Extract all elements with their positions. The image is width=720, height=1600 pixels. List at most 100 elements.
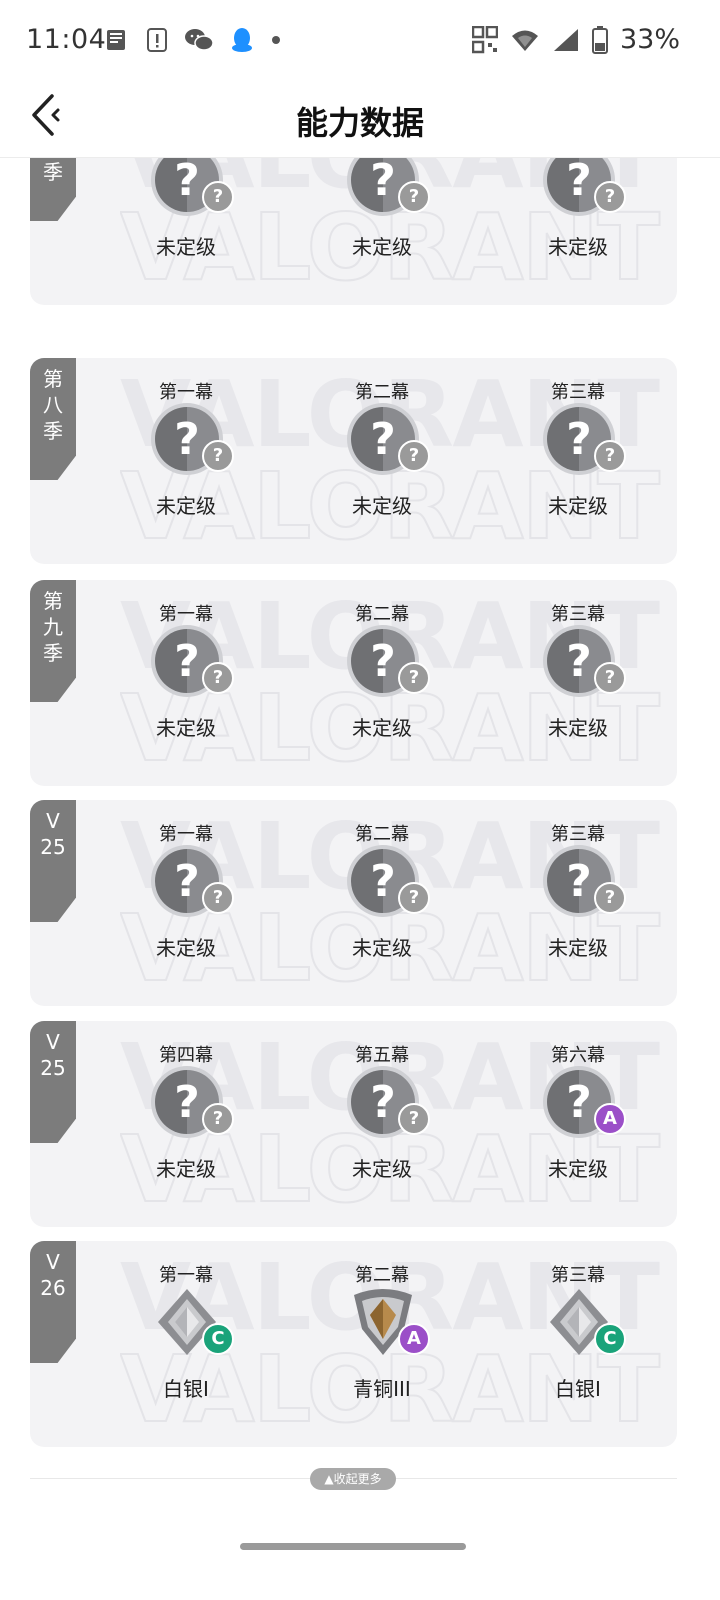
act-item[interactable]: 第三幕??未定级 <box>518 158 638 305</box>
grade-badge: A <box>594 1103 626 1135</box>
wechat-icon <box>185 29 214 51</box>
act-item[interactable]: 第三幕 C 白银I <box>518 1241 638 1447</box>
grade-badge: ? <box>202 882 234 914</box>
act-name: 第一幕 <box>159 382 213 403</box>
rank-label: 未定级 <box>352 1157 412 1181</box>
svg-text:?: ? <box>174 856 200 907</box>
rank-label: 未定级 <box>156 494 216 518</box>
season-list[interactable]: VALORANTVALORANT第 七 季第一幕??未定级第二幕??未定级第三幕… <box>0 158 720 1458</box>
act-item[interactable]: 第三幕??未定级 <box>518 580 638 786</box>
rank-label: 未定级 <box>548 716 608 740</box>
season-tag-label: 第 七 季 <box>43 160 63 184</box>
svg-text:?: ? <box>370 856 396 907</box>
season-tag-label: 第 九 季 <box>43 589 63 665</box>
grade-badge: ? <box>594 882 626 914</box>
act-item[interactable]: 第一幕??未定级 <box>126 800 246 1006</box>
act-item[interactable]: 第一幕 C 白银I <box>126 1241 246 1447</box>
act-item[interactable]: 第二幕 A 青铜III <box>322 1241 442 1447</box>
season-card[interactable]: VALORANTVALORANT第 九 季第一幕??未定级第二幕??未定级第三幕… <box>30 580 677 786</box>
signal-icon <box>553 28 578 51</box>
season-tag-label: 第 八 季 <box>43 367 63 443</box>
season-tag: V 26 <box>30 1241 76 1363</box>
grade-badge: ? <box>594 440 626 472</box>
grade-badge: A <box>398 1323 430 1355</box>
battery-icon <box>591 25 608 54</box>
act-item[interactable]: 第六幕? A 未定级 <box>518 1021 638 1227</box>
rank-label: 白银I <box>555 1377 601 1401</box>
svg-text:?: ? <box>566 1077 592 1128</box>
svg-text:?: ? <box>370 158 396 206</box>
rank-label: 未定级 <box>548 936 608 960</box>
svg-text:?: ? <box>566 856 592 907</box>
act-item[interactable]: 第三幕??未定级 <box>518 358 638 564</box>
act-item[interactable]: 第三幕?? 未定级 <box>518 800 638 1006</box>
svg-text:?: ? <box>370 414 396 465</box>
top-bar: 能力数据 <box>0 80 720 158</box>
season-card[interactable]: VALORANTVALORANT第 七 季第一幕??未定级第二幕??未定级第三幕… <box>30 158 677 305</box>
act-item[interactable]: 第二幕??未定级 <box>322 580 442 786</box>
rank-label: 未定级 <box>352 936 412 960</box>
rank-label: 未定级 <box>548 494 608 518</box>
alert-icon <box>147 28 167 52</box>
act-item[interactable]: 第五幕?? 未定级 <box>322 1021 442 1227</box>
season-card[interactable]: VALORANTVALORANTV 25第四幕??未定级第五幕??未定级第六幕?… <box>30 1021 677 1227</box>
collapse-more-button[interactable]: ▲收起更多 <box>310 1468 396 1490</box>
svg-text:?: ? <box>370 1077 396 1128</box>
act-item[interactable]: 第一幕??未定级 <box>126 358 246 564</box>
season-tag: 第 九 季 <box>30 580 76 702</box>
home-indicator[interactable] <box>240 1543 466 1550</box>
act-name: 第一幕 <box>159 1265 213 1286</box>
season-card[interactable]: VALORANTVALORANTV 25第一幕??未定级第二幕??未定级第三幕?… <box>30 800 677 1006</box>
act-name: 第二幕 <box>355 604 409 625</box>
season-tag-label: V 25 <box>40 809 66 859</box>
season-card[interactable]: VALORANTVALORANT第 八 季第一幕??未定级第二幕??未定级第三幕… <box>30 358 677 564</box>
rank-label: 青铜III <box>353 1377 411 1401</box>
rank-label: 未定级 <box>156 936 216 960</box>
rank-label: 白银I <box>163 1377 209 1401</box>
season-card[interactable]: VALORANT VALORANT V 26 第一幕 C 白银I 第二幕 A 青铜III 第三幕 C… <box>30 1241 677 1447</box>
grade-badge: ? <box>398 440 430 472</box>
grade-badge: C <box>594 1323 626 1355</box>
act-item[interactable]: 第二幕??未定级 <box>322 800 442 1006</box>
status-bar: 11:04 33% <box>0 0 720 80</box>
act-item[interactable]: 第二幕??未定级 <box>322 158 442 305</box>
battery-percent: 33% <box>619 24 680 55</box>
act-item[interactable]: 第四幕?? 未定级 <box>126 1021 246 1227</box>
notes-icon <box>107 30 125 50</box>
svg-text:?: ? <box>566 636 592 687</box>
act-name: 第三幕 <box>551 1265 605 1286</box>
act-item[interactable]: 第一幕??未定级 <box>126 580 246 786</box>
season-tag: 第 七 季 <box>30 158 76 221</box>
grade-badge: ? <box>594 181 626 213</box>
rank-label: 未定级 <box>156 1157 216 1181</box>
wifi-icon <box>511 30 538 51</box>
grade-badge: ? <box>398 1103 430 1135</box>
season-tag: V 25 <box>30 800 76 922</box>
grade-badge: ? <box>202 1103 234 1135</box>
act-name: 第六幕 <box>551 1045 605 1066</box>
act-name: 第五幕 <box>355 1045 409 1066</box>
act-name: 第二幕 <box>355 1265 409 1286</box>
svg-text:?: ? <box>174 1077 200 1128</box>
grade-badge: ? <box>202 440 234 472</box>
notification-icons <box>104 26 282 54</box>
act-item[interactable]: 第一幕??未定级 <box>126 158 246 305</box>
svg-text:?: ? <box>174 158 200 206</box>
grade-badge: ? <box>398 662 430 694</box>
svg-text:?: ? <box>370 636 396 687</box>
collapse-label: 收起更多 <box>333 1472 382 1486</box>
grade-badge: ? <box>398 181 430 213</box>
grade-badge: C <box>202 1323 234 1355</box>
rank-label: 未定级 <box>156 716 216 740</box>
svg-text:?: ? <box>566 414 592 465</box>
status-time: 11:04 <box>26 24 107 55</box>
act-name: 第四幕 <box>159 1045 213 1066</box>
rank-label: 未定级 <box>548 235 608 259</box>
season-tag: 第 八 季 <box>30 358 76 480</box>
svg-text:?: ? <box>566 158 592 206</box>
act-name: 第三幕 <box>551 824 605 845</box>
grade-badge: ? <box>202 181 234 213</box>
act-item[interactable]: 第二幕??未定级 <box>322 358 442 564</box>
svg-text:?: ? <box>174 636 200 687</box>
page-title: 能力数据 <box>295 104 424 142</box>
